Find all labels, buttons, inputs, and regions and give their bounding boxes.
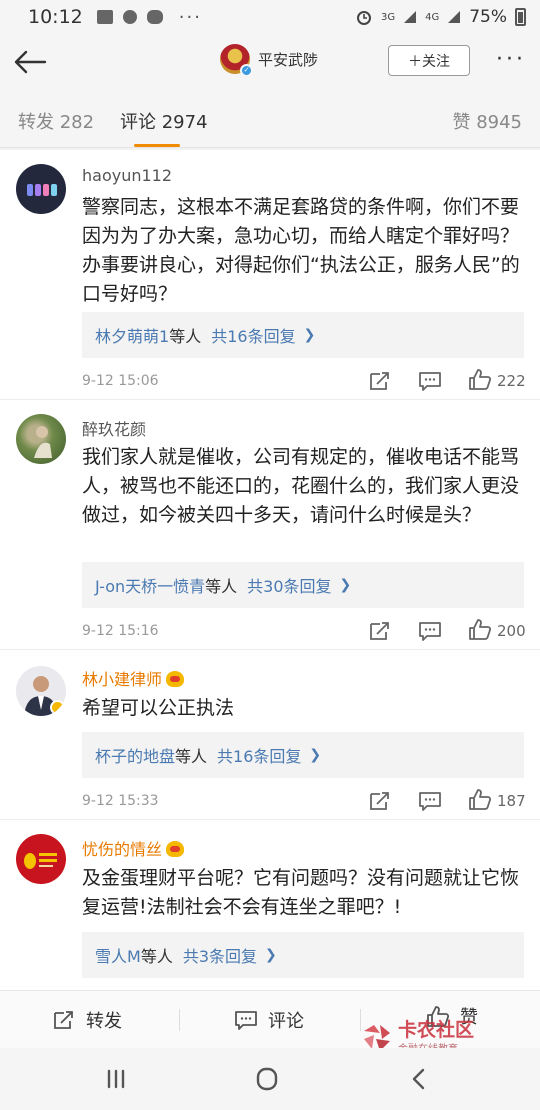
comment-time: 9-12 15:06 xyxy=(82,373,159,389)
active-tab-indicator xyxy=(134,144,180,147)
reply-mid-text: 等人 xyxy=(169,327,202,346)
back-nav-icon[interactable] xyxy=(404,1066,434,1092)
reply-user[interactable]: 杯子的地盘 xyxy=(95,743,175,767)
repost-icon[interactable] xyxy=(368,620,392,642)
repost-icon[interactable] xyxy=(368,790,392,812)
reply-mid-text: 等人 xyxy=(205,577,238,596)
avatar-logo-icon xyxy=(24,853,57,869)
recent-apps-icon[interactable] xyxy=(101,1066,131,1092)
username-text[interactable]: 林小建律师 xyxy=(82,670,162,689)
comment-time: 9-12 15:33 xyxy=(82,793,159,809)
system-nav-bar xyxy=(0,1048,540,1110)
chevron-right-icon: ❯ xyxy=(309,747,322,763)
comment-text: 警察同志，这根本不满足套路贷的条件啊，你们不要因为为了办大案，急功心切，而给人瞎… xyxy=(82,196,520,305)
reply-count[interactable]: 共30条回复 xyxy=(247,573,331,597)
comment-icon[interactable] xyxy=(418,620,442,642)
comment-text: 我们家人就是催收，公司有规定的，催收电话不能骂人，被骂也不能还口的，花圈什么的，… xyxy=(82,446,520,526)
replies-preview[interactable]: J-on天桥一愤青 等人 共30条回复 ❯ xyxy=(82,562,524,608)
page-avatar[interactable]: ✓ xyxy=(220,44,253,77)
repost-label: 转发 xyxy=(86,1011,122,1032)
tab-comments[interactable]: 评论 2974 xyxy=(120,108,208,134)
like-icon[interactable] xyxy=(468,788,492,810)
user-avatar[interactable] xyxy=(16,164,66,214)
avatar-bars-icon xyxy=(27,184,57,196)
signal-4g-label: 4G xyxy=(425,11,440,23)
like-count: 187 xyxy=(497,792,526,810)
verified-badge-icon xyxy=(50,700,65,715)
follow-button[interactable]: ＋关注 xyxy=(388,45,470,76)
tab-repost[interactable]: 转发 282 xyxy=(18,108,94,134)
signal-icon xyxy=(404,11,417,23)
comment-button[interactable]: 评论 xyxy=(234,1007,304,1033)
reply-count[interactable]: 共16条回复 xyxy=(217,743,301,767)
comment-item: 林小建律师 希望可以公正执法 杯子的地盘 等人 共16条回复 ❯ 9-12 15… xyxy=(0,650,540,820)
more-notifications-icon: ··· xyxy=(178,6,202,28)
back-button[interactable] xyxy=(2,34,58,90)
title-bar: ✓ 平安武陟 ＋关注 ··· xyxy=(0,34,540,90)
comment-username[interactable]: haoyun112 xyxy=(82,166,172,185)
battery-percent: 75% xyxy=(469,7,507,27)
alarm-icon xyxy=(356,11,371,25)
comment-time: 9-12 15:16 xyxy=(82,623,159,639)
avatar-photo-icon xyxy=(34,426,52,458)
comment-icon xyxy=(235,1011,257,1030)
comment-text: 及金蛋理财平台呢？它有问题吗？没有问题就让它恢复运营!法制社会不会有连坐之罪吧？… xyxy=(82,867,520,918)
comment-list[interactable]: haoyun112 警察同志，这根本不满足套路贷的条件啊，你们不要因为为了办大案… xyxy=(0,150,540,990)
reply-mid-text: 等人 xyxy=(140,947,173,966)
reply-user[interactable]: 林夕萌萌1 xyxy=(95,323,169,347)
reply-count[interactable]: 共16条回复 xyxy=(211,323,295,347)
reply-user[interactable]: J-on天桥一愤青 xyxy=(95,573,205,597)
user-avatar[interactable] xyxy=(16,834,66,884)
page-header[interactable]: ✓ 平安武陟 xyxy=(220,44,318,77)
vip-badge-icon xyxy=(166,671,185,687)
battery-icon xyxy=(515,8,526,26)
page-name[interactable]: 平安武陟 xyxy=(258,49,318,70)
wechat-notification-icon xyxy=(146,10,163,24)
like-icon[interactable] xyxy=(468,618,492,640)
reply-count[interactable]: 共3条回复 xyxy=(183,943,257,967)
chevron-right-icon: ❯ xyxy=(303,327,316,343)
like-icon[interactable] xyxy=(468,368,492,390)
app-notification-icon xyxy=(122,10,137,24)
user-avatar[interactable] xyxy=(16,414,66,464)
comment-icon[interactable] xyxy=(418,790,442,812)
comment-icon[interactable] xyxy=(418,370,442,392)
gallery-notification-icon xyxy=(96,10,113,24)
like-count: 200 xyxy=(497,622,526,640)
back-arrow-icon xyxy=(14,50,47,74)
username-text[interactable]: 忧伤的情丝 xyxy=(82,840,162,859)
reply-mid-text: 等人 xyxy=(175,747,208,766)
watermark-title: 卡农社区 xyxy=(398,1019,475,1041)
comment-text: 希望可以公正执法 xyxy=(82,697,235,719)
signal-icon-2 xyxy=(448,11,461,23)
tab-bar: 转发 282 评论 2974 赞 8945 xyxy=(0,90,540,148)
repost-button[interactable]: 转发 xyxy=(52,1007,122,1033)
verified-icon: ✓ xyxy=(240,64,253,77)
comment-username[interactable]: 醉玖花颜 xyxy=(82,416,146,440)
divider xyxy=(179,1009,180,1031)
status-bar: 10:12 ··· 3G 4G 75% xyxy=(0,0,540,34)
comment-item: 醉玖花颜 我们家人就是催收，公司有规定的，催收电话不能骂人，被骂也不能还口的，花… xyxy=(0,400,540,650)
status-time: 10:12 xyxy=(28,6,83,28)
comment-item: 忧伤的情丝 及金蛋理财平台呢？它有问题吗？没有问题就让它恢复运营!法制社会不会有… xyxy=(0,820,540,990)
chevron-right-icon: ❯ xyxy=(339,577,352,593)
comment-username[interactable]: 林小建律师 xyxy=(82,666,185,690)
home-icon[interactable] xyxy=(252,1066,282,1092)
repost-icon xyxy=(54,1011,73,1029)
like-count: 222 xyxy=(497,372,526,390)
replies-preview[interactable]: 雪人M 等人 共3条回复 ❯ xyxy=(82,932,524,978)
signal-3g-label: 3G xyxy=(380,11,396,23)
reply-user[interactable]: 雪人M xyxy=(95,943,141,967)
tab-likes[interactable]: 赞 8945 xyxy=(452,108,522,134)
user-avatar[interactable] xyxy=(16,666,66,716)
vip-badge-icon xyxy=(166,841,185,857)
replies-preview[interactable]: 杯子的地盘 等人 共16条回复 ❯ xyxy=(82,732,524,778)
comment-item: haoyun112 警察同志，这根本不满足套路贷的条件啊，你们不要因为为了办大案… xyxy=(0,150,540,400)
more-options-button[interactable]: ··· xyxy=(496,49,526,71)
replies-preview[interactable]: 林夕萌萌1 等人 共16条回复 ❯ xyxy=(82,312,524,358)
comment-username[interactable]: 忧伤的情丝 xyxy=(82,836,185,860)
chevron-right-icon: ❯ xyxy=(265,947,277,963)
repost-icon[interactable] xyxy=(368,370,392,392)
comment-label: 评论 xyxy=(268,1011,304,1032)
